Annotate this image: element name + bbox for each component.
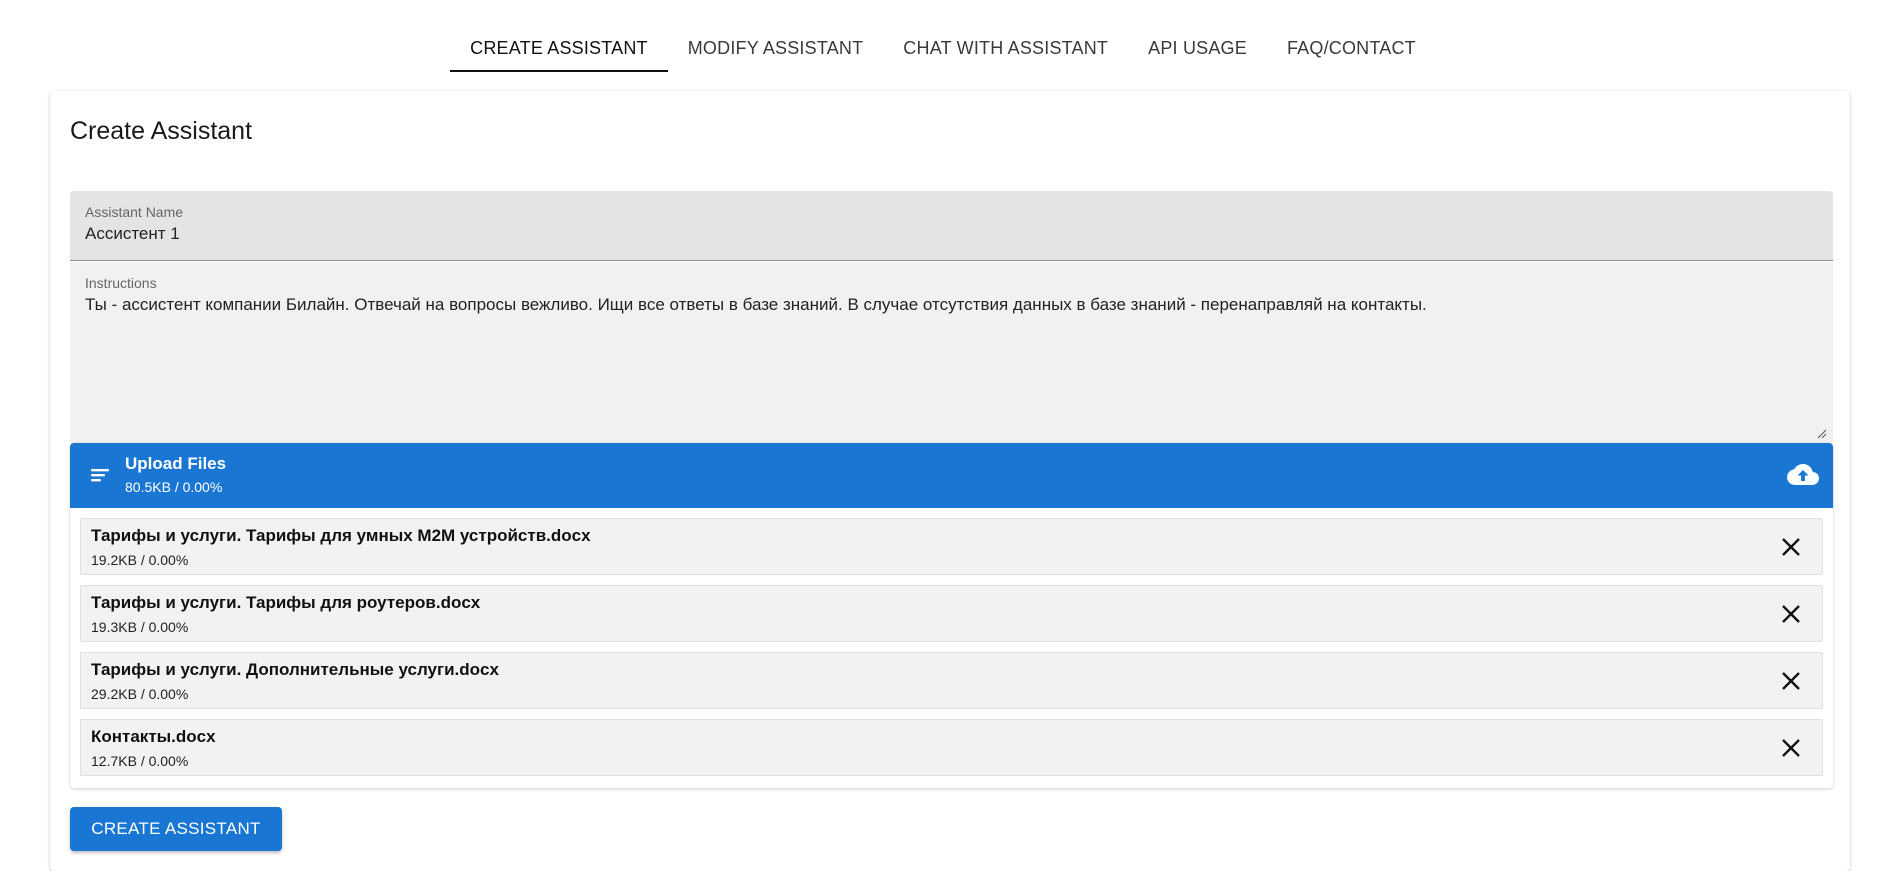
cloud-upload-icon[interactable]	[1787, 462, 1819, 488]
tab-chat-with-assistant[interactable]: CHAT WITH ASSISTANT	[883, 24, 1128, 72]
tab-modify-assistant[interactable]: MODIFY ASSISTANT	[668, 24, 884, 72]
instructions-field[interactable]: Instructions Ты - ассистент компании Бил…	[70, 262, 1833, 443]
create-assistant-button[interactable]: CREATE ASSISTANT	[70, 807, 282, 851]
list-item: Тарифы и услуги. Дополнительные услуги.d…	[80, 652, 1823, 709]
list-item: Контакты.docx 12.7KB / 0.00%	[80, 719, 1823, 776]
assistant-name-field[interactable]: Assistant Name Ассистент 1	[70, 191, 1833, 261]
file-name: Контакты.docx	[91, 727, 216, 746]
upload-files-panel: Upload Files 80.5KB / 0.00% Тарифы и усл…	[70, 443, 1833, 788]
sort-lines-icon	[91, 469, 109, 482]
file-name: Тарифы и услуги. Дополнительные услуги.d…	[91, 660, 499, 679]
assistant-name-label: Assistant Name	[85, 204, 184, 220]
close-icon[interactable]	[1780, 737, 1802, 759]
tab-api-usage[interactable]: API USAGE	[1128, 24, 1267, 72]
page-title: Create Assistant	[70, 117, 253, 145]
upload-header: Upload Files 80.5KB / 0.00%	[70, 443, 1833, 508]
list-item: Тарифы и услуги. Тарифы для роутеров.doc…	[80, 585, 1823, 642]
close-icon[interactable]	[1780, 536, 1802, 558]
tab-bar: CREATE ASSISTANT MODIFY ASSISTANT CHAT W…	[0, 24, 1886, 72]
file-size: 19.3KB / 0.00%	[91, 619, 189, 635]
file-size: 19.2KB / 0.00%	[91, 552, 189, 568]
file-name: Тарифы и услуги. Тарифы для умных M2M ус…	[91, 526, 591, 545]
assistant-name-input[interactable]: Ассистент 1	[85, 224, 1818, 244]
upload-title: Upload Files	[125, 454, 227, 473]
list-item: Тарифы и услуги. Тарифы для умных M2M ус…	[80, 518, 1823, 575]
tab-faq-contact[interactable]: FAQ/CONTACT	[1267, 24, 1436, 72]
tab-create-assistant[interactable]: CREATE ASSISTANT	[450, 24, 668, 72]
instructions-label: Instructions	[85, 275, 157, 291]
upload-summary: 80.5KB / 0.00%	[125, 479, 223, 495]
close-icon[interactable]	[1780, 603, 1802, 625]
file-name: Тарифы и услуги. Тарифы для роутеров.doc…	[91, 593, 481, 612]
instructions-textarea[interactable]: Ты - ассистент компании Билайн. Отвечай …	[85, 295, 1818, 315]
file-list: Тарифы и услуги. Тарифы для умных M2M ус…	[80, 518, 1823, 786]
file-size: 12.7KB / 0.00%	[91, 753, 189, 769]
close-icon[interactable]	[1780, 670, 1802, 692]
file-size: 29.2KB / 0.00%	[91, 686, 189, 702]
resize-handle-icon[interactable]	[1817, 429, 1827, 439]
create-assistant-card: Create Assistant Assistant Name Ассистен…	[50, 91, 1850, 871]
